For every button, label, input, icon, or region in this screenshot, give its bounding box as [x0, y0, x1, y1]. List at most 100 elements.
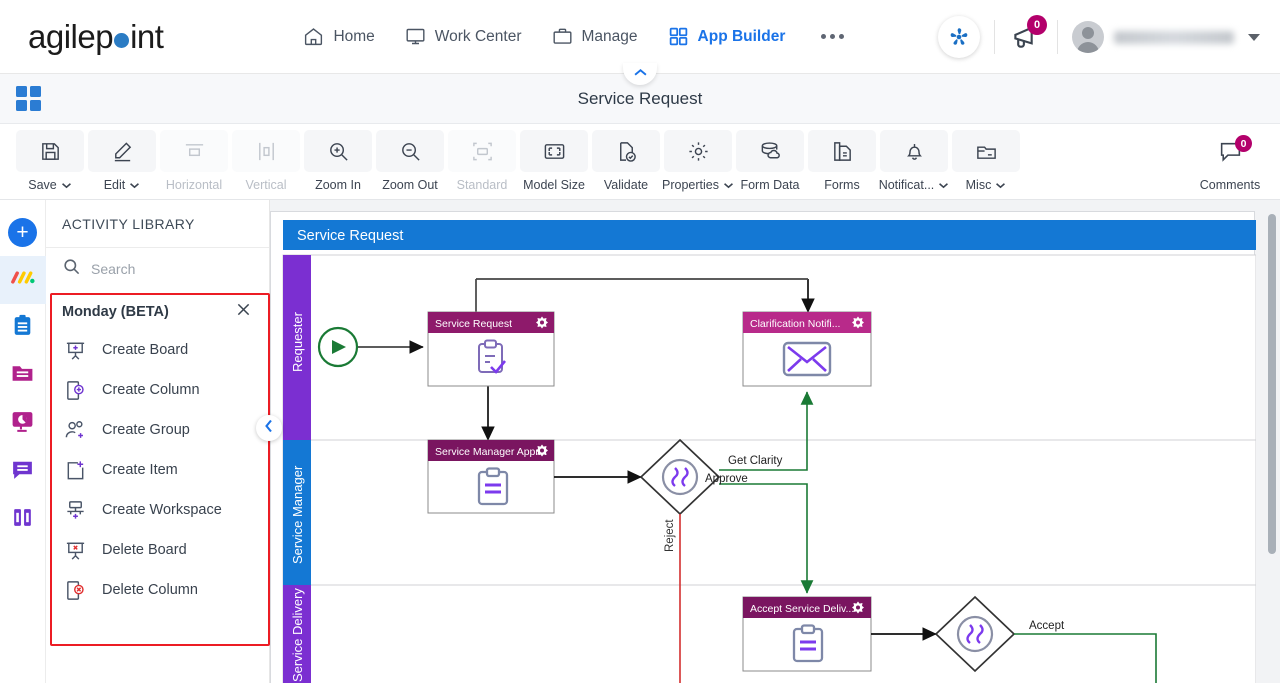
toolbar-label-horizontal: Horizontal [165, 178, 223, 192]
toolbar-properties[interactable]: Properties [662, 130, 734, 192]
rail-item-tasks[interactable] [0, 304, 46, 352]
chevron-down-icon [61, 178, 72, 192]
zoom-out-icon [376, 130, 444, 172]
toolbar-comments[interactable]: 0 Comments [1194, 130, 1266, 192]
task-label: Service Manager Appr... [435, 446, 547, 458]
rail-item-reports[interactable] [0, 400, 46, 448]
page-title: Service Request [577, 88, 703, 108]
activity-create-workspace[interactable]: Create Workspace [46, 490, 269, 530]
activity-create-column[interactable]: Create Column [46, 370, 269, 410]
activity-label: Create Workspace [102, 501, 222, 518]
bell-icon [880, 130, 948, 172]
agilepoint-app-icon[interactable] [938, 16, 980, 58]
chevron-down-icon [938, 178, 949, 192]
standard-size-icon [448, 130, 516, 172]
user-menu-chevron-down-icon[interactable] [1248, 33, 1260, 41]
forms-icon [808, 130, 876, 172]
rail-item-files[interactable] [0, 352, 46, 400]
nav-item-work-center[interactable]: Work Center [405, 26, 522, 47]
grid-icon [668, 26, 689, 47]
create-column-icon [62, 377, 88, 403]
folder-icon [10, 361, 35, 391]
activity-delete-board[interactable]: Delete Board [46, 530, 269, 570]
left-icon-rail: + [0, 200, 46, 683]
task-service-manager-approval: Service Manager Appr... [427, 439, 555, 514]
chevron-left-icon [264, 419, 274, 438]
toolbar-edit[interactable]: Edit [86, 130, 158, 192]
toolbar-notifications[interactable]: Notificat... [878, 130, 950, 192]
gear-icon [852, 601, 864, 614]
nav-item-app-builder[interactable]: App Builder [668, 26, 786, 47]
megaphone-icon[interactable]: 0 [1009, 15, 1047, 54]
nav-item-manage[interactable]: Manage [552, 26, 638, 47]
search-icon [62, 257, 81, 281]
plus-circle-icon: + [8, 217, 37, 247]
toolbar-zoom-out[interactable]: Zoom Out [374, 130, 446, 192]
delete-board-icon [62, 537, 88, 563]
toolbar-label-standard: Standard [456, 178, 508, 192]
rail-item-monday[interactable] [0, 256, 46, 304]
lane-label-service-delivery: Service Delivery [290, 588, 305, 682]
toolbar-label-validate: Validate [603, 178, 649, 192]
rail-item-columns[interactable] [0, 496, 46, 544]
toolbar-label-properties: Properties [662, 178, 719, 192]
toolbar-vertical[interactable]: Vertical [230, 130, 302, 192]
nav-label-home: Home [333, 27, 375, 45]
main-body: + ACTIVITY LIBRARY Search Monday (BETA) … [0, 200, 1280, 683]
toolbar-label-model-size: Model Size [523, 178, 585, 192]
create-item-icon [62, 457, 88, 483]
nav-label-work-center: Work Center [434, 27, 522, 45]
toolbar-forms[interactable]: Forms [806, 130, 878, 192]
diagram-pool-title: Service Request [297, 228, 403, 244]
horizontal-align-icon [160, 130, 228, 172]
close-icon[interactable] [236, 302, 251, 322]
toolbar-label-misc: Misc [965, 178, 992, 192]
main-nav: Home Work Center Manage App Builder [303, 26, 845, 47]
logo-text-part2: int [130, 17, 164, 55]
toolbar-validate[interactable]: Validate [590, 130, 662, 192]
search-input[interactable] [91, 261, 231, 277]
comment-icon [1196, 130, 1264, 172]
edit-pencil-icon [88, 130, 156, 172]
user-avatar[interactable] [1072, 21, 1104, 53]
activity-create-item[interactable]: Create Item [46, 450, 269, 490]
toolbar-save[interactable]: Save [14, 130, 86, 192]
activity-create-board[interactable]: Create Board [46, 330, 269, 370]
toolbar-zoom-in[interactable]: Zoom In [302, 130, 374, 192]
toolbar-misc[interactable]: Misc [950, 130, 1022, 192]
toolbar-standard[interactable]: Standard [446, 130, 518, 192]
home-icon [303, 26, 324, 47]
chevron-down-icon [723, 178, 734, 192]
flow-label-reject: Reject [664, 519, 676, 552]
vertical-align-icon [232, 130, 300, 172]
flow-label-get-clarity: Get Clarity [728, 455, 783, 467]
agilepoint-logo[interactable]: agilep int [28, 17, 164, 56]
toolbar-form-data[interactable]: Form Data [734, 130, 806, 192]
vertical-scrollbar[interactable] [1268, 214, 1276, 554]
activity-create-group[interactable]: Create Group [46, 410, 269, 450]
collapse-header-button[interactable] [623, 63, 657, 85]
more-options-icon[interactable] [821, 34, 845, 39]
toolbar-horizontal[interactable]: Horizontal [158, 130, 230, 192]
task-service-request: Service Request [427, 311, 555, 387]
delete-column-icon [62, 577, 88, 603]
nav-label-manage: Manage [581, 27, 638, 45]
rail-add-button[interactable]: + [0, 208, 46, 256]
create-workspace-icon [62, 497, 88, 523]
monday-icon [9, 264, 36, 296]
app-grid-icon[interactable] [16, 86, 41, 111]
chevron-down-icon [129, 178, 140, 192]
activity-delete-column[interactable]: Delete Column [46, 570, 269, 610]
nav-label-app-builder: App Builder [697, 27, 786, 45]
process-canvas[interactable]: Service Request Requester Service Manage… [270, 200, 1280, 683]
bpmn-diagram[interactable]: Service Request Requester Service Manage… [270, 211, 1257, 683]
toolbar-label-save: Save [28, 178, 57, 192]
rail-item-messages[interactable] [0, 448, 46, 496]
nav-item-home[interactable]: Home [303, 26, 375, 47]
validate-icon [592, 130, 660, 172]
lane-label-service-manager: Service Manager [290, 465, 305, 564]
toolbar-label-forms: Forms [824, 178, 860, 192]
bpmn-svg[interactable]: Service Request Requester Service Manage… [271, 212, 1257, 683]
collapse-panel-button[interactable] [256, 415, 282, 441]
toolbar-model-size[interactable]: Model Size [518, 130, 590, 192]
